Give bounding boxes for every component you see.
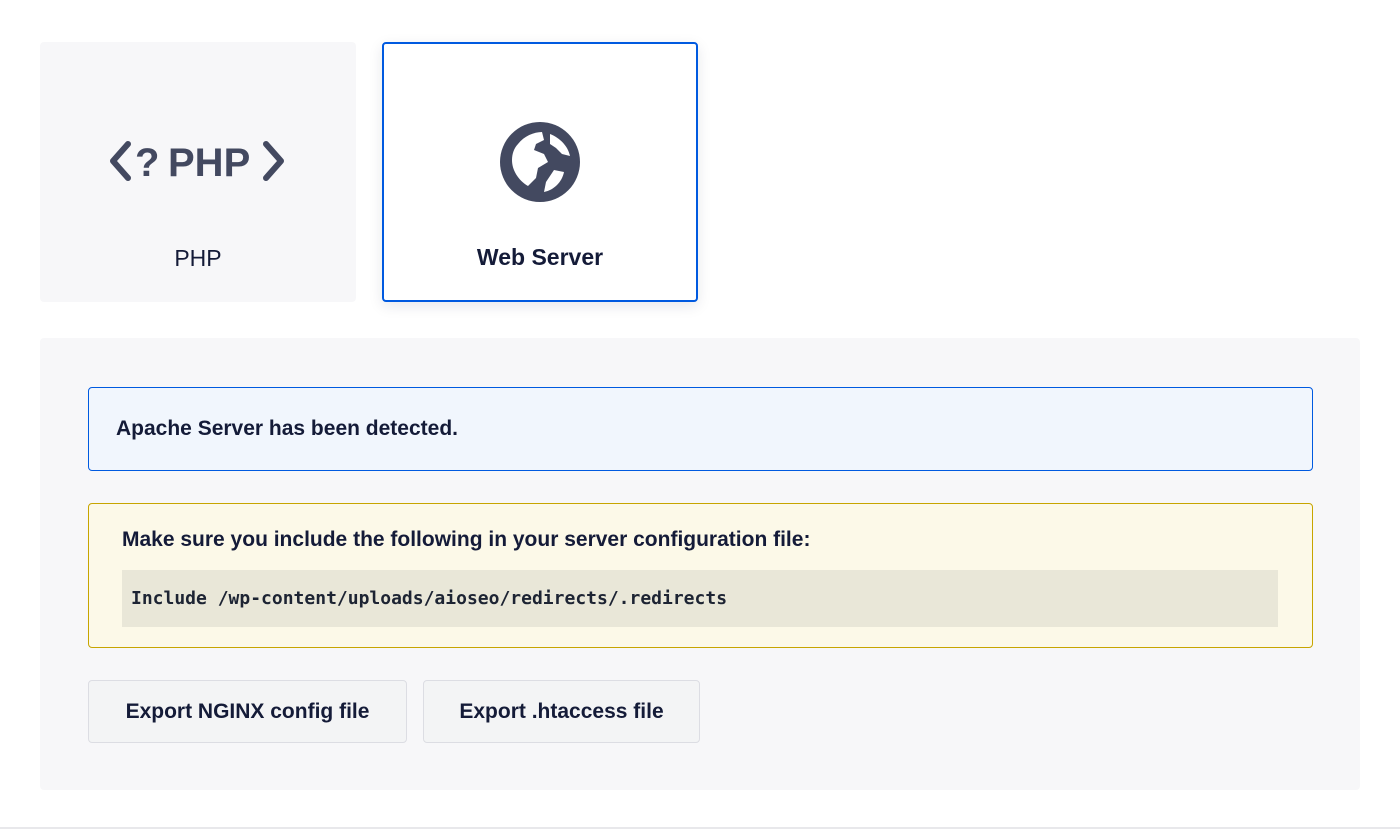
tab-php[interactable]: ? PHP PHP: [40, 42, 356, 302]
svg-text:PHP: PHP: [168, 141, 250, 185]
tab-web-server-label: Web Server: [476, 244, 604, 270]
method-tabs: ? PHP PHP Web Server: [40, 42, 698, 302]
server-detected-text: Apache Server has been detected.: [116, 417, 458, 440]
redirects-server-config: ? PHP PHP Web Server Apache Server has b…: [0, 0, 1400, 829]
tab-web-server[interactable]: Web Server: [382, 42, 698, 302]
svg-text:?: ?: [135, 141, 159, 185]
export-htaccess-button[interactable]: Export .htaccess file: [423, 680, 700, 743]
config-instruction-notice: Make sure you include the following in y…: [88, 503, 1313, 648]
php-icon: ? PHP: [41, 119, 355, 203]
config-instruction-text: Make sure you include the following in y…: [122, 528, 811, 551]
web-server-panel: Apache Server has been detected. Make su…: [40, 338, 1360, 790]
globe-icon: [384, 120, 696, 204]
tab-php-label: PHP: [174, 245, 222, 271]
config-code-snippet[interactable]: Include /wp-content/uploads/aioseo/redir…: [122, 570, 1278, 627]
server-detected-notice: Apache Server has been detected.: [88, 387, 1313, 471]
export-nginx-button[interactable]: Export NGINX config file: [88, 680, 407, 743]
